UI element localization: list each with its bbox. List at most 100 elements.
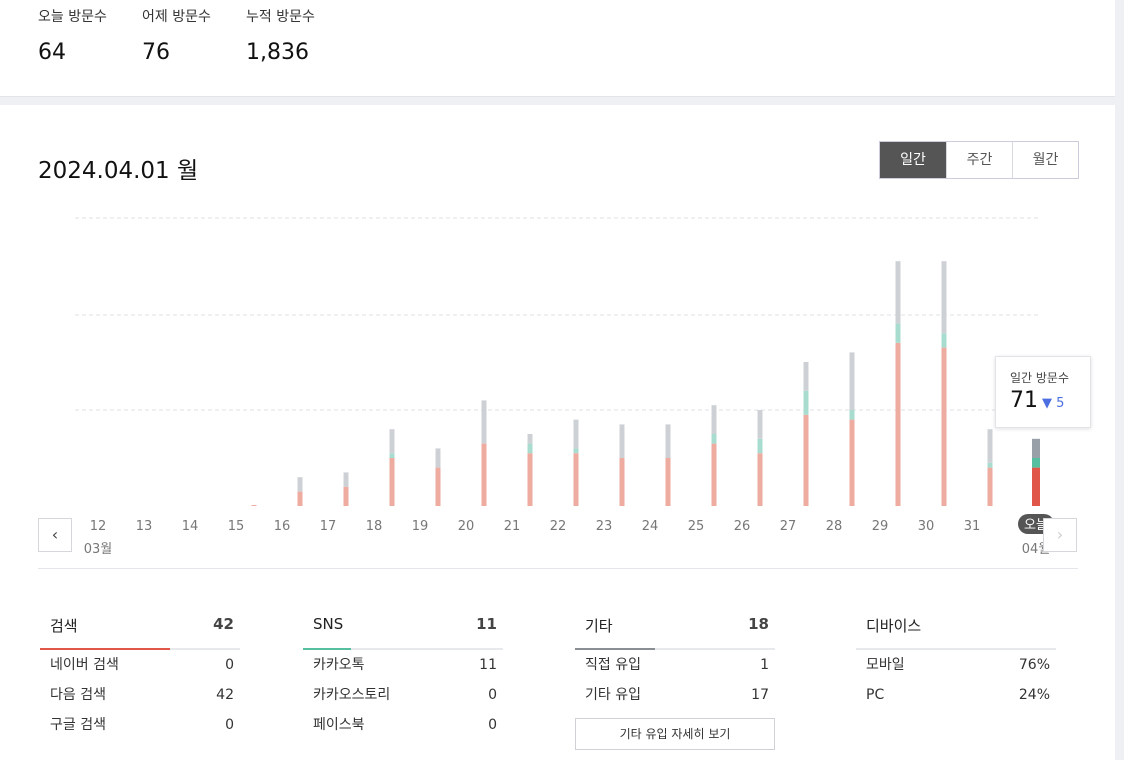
search-share-bar bbox=[40, 648, 170, 650]
tick-label: 26 bbox=[734, 519, 751, 534]
tick-label: 23 bbox=[596, 519, 613, 534]
row-value: 42 bbox=[216, 687, 234, 703]
row-value: 0 bbox=[488, 717, 497, 733]
list-item: 페이스북 0 bbox=[303, 710, 503, 740]
bar-segment bbox=[803, 390, 809, 415]
tick-label: 17 bbox=[320, 519, 337, 534]
row-label: 다음 검색 bbox=[50, 687, 106, 703]
tick-label: 30 bbox=[918, 519, 935, 534]
bar-segment bbox=[1032, 467, 1040, 506]
row-label: 구글 검색 bbox=[50, 717, 106, 733]
month-label: 03월 bbox=[84, 542, 113, 557]
sns-title: SNS bbox=[313, 615, 344, 633]
row-value: 76% bbox=[1018, 657, 1050, 673]
tick-label: 20 bbox=[458, 519, 475, 534]
tick-label: 13 bbox=[136, 519, 153, 534]
bar-segment bbox=[481, 443, 487, 506]
today-visits-label: 오늘 방문수 bbox=[38, 9, 107, 25]
row-value: 0 bbox=[488, 687, 497, 703]
chevron-left-icon: ‹ bbox=[51, 525, 59, 544]
bar-segment bbox=[803, 362, 809, 391]
tick-label: 31 bbox=[964, 519, 981, 534]
tick-label: 19 bbox=[412, 519, 429, 534]
bar-segment bbox=[619, 424, 625, 458]
tick-label: 16 bbox=[274, 519, 291, 534]
tooltip-value-row: 71 ▼ 5 bbox=[1010, 388, 1076, 413]
tick-label: 25 bbox=[688, 519, 705, 534]
bar-segment bbox=[711, 443, 717, 506]
bar-segment bbox=[343, 486, 349, 506]
tick-label: 14 bbox=[182, 519, 199, 534]
yesterday-visits-label: 어제 방문수 bbox=[142, 9, 211, 25]
bar-segment bbox=[527, 434, 533, 444]
device-title: 디바이스 bbox=[866, 617, 922, 635]
bar-segment bbox=[941, 347, 947, 506]
row-label: 카카오스토리 bbox=[313, 687, 391, 703]
bar-segment bbox=[389, 458, 395, 506]
bar-segment bbox=[573, 448, 579, 454]
bar-segment bbox=[573, 419, 579, 449]
bar-segment bbox=[389, 453, 395, 458]
bar-segment bbox=[803, 414, 809, 506]
bar-segment bbox=[665, 458, 671, 506]
bar-segment bbox=[987, 429, 993, 463]
bar-segment bbox=[711, 405, 717, 434]
list-item: 카카오스토리 0 bbox=[303, 680, 503, 710]
daily-stats-card: 2024.04.01 월 일간 주간 월간 12 03월 13 14 15 16 17 18 1… bbox=[0, 105, 1115, 760]
other-total: 18 bbox=[748, 615, 769, 633]
row-label: 모바일 bbox=[866, 657, 905, 673]
bar-segment bbox=[251, 505, 257, 506]
bar-segment bbox=[1032, 458, 1040, 468]
chart-next-button[interactable]: › bbox=[1043, 518, 1077, 552]
bar-segment bbox=[297, 477, 303, 492]
bar-segment bbox=[343, 472, 349, 487]
bar-segment bbox=[619, 458, 625, 506]
row-value: 0 bbox=[225, 657, 234, 673]
bar-segment bbox=[895, 323, 901, 343]
bar-segment bbox=[389, 429, 395, 454]
tooltip-value: 71 bbox=[1010, 388, 1038, 413]
chart-tooltip: 일간 방문수 71 ▼ 5 bbox=[995, 356, 1091, 428]
row-label: PC bbox=[866, 687, 885, 703]
list-item: 기타 유입 17 bbox=[575, 680, 775, 710]
row-value: 11 bbox=[479, 657, 497, 673]
tick-label: 29 bbox=[872, 519, 889, 534]
other-title: 기타 bbox=[585, 617, 613, 635]
row-label: 네이버 검색 bbox=[50, 657, 119, 673]
chart-prev-button[interactable]: ‹ bbox=[38, 518, 72, 552]
other-detail-button[interactable]: 기타 유입 자세히 보기 bbox=[575, 718, 775, 750]
bar-segment bbox=[849, 419, 855, 506]
bar-segment bbox=[757, 453, 763, 506]
bar-segment bbox=[1032, 438, 1040, 458]
sns-header: SNS 11 bbox=[303, 615, 503, 650]
list-item: 모바일 76% bbox=[856, 650, 1056, 680]
bar-segment bbox=[757, 410, 763, 439]
tick-label: 12 bbox=[90, 519, 107, 534]
bar-segment bbox=[895, 342, 901, 506]
tick-label: 22 bbox=[550, 519, 567, 534]
yesterday-visits-value: 76 bbox=[142, 40, 170, 65]
row-label: 카카오톡 bbox=[313, 657, 365, 673]
tick-label: 27 bbox=[780, 519, 797, 534]
bar-segment bbox=[941, 261, 947, 334]
bar-segment bbox=[987, 462, 993, 468]
tick-label: 21 bbox=[504, 519, 521, 534]
search-header: 검색 42 bbox=[40, 615, 240, 650]
tick-label: 28 bbox=[826, 519, 843, 534]
sns-total: 11 bbox=[476, 615, 497, 633]
bar-segment bbox=[757, 438, 763, 454]
other-panel: 기타 18 직접 유입 1 기타 유입 17 기타 유입 자세히 보기 bbox=[575, 615, 775, 750]
yesterday-visits: 어제 방문수 76 bbox=[142, 6, 211, 65]
other-share-bar bbox=[575, 648, 655, 650]
list-item: 네이버 검색 0 bbox=[40, 650, 240, 680]
divider bbox=[38, 568, 1078, 569]
tooltip-label: 일간 방문수 bbox=[1010, 371, 1070, 385]
tick-label: 18 bbox=[366, 519, 383, 534]
list-item: PC 24% bbox=[856, 680, 1056, 710]
search-title: 검색 bbox=[50, 617, 78, 635]
search-total: 42 bbox=[213, 615, 234, 633]
bar-segment bbox=[895, 261, 901, 324]
other-header: 기타 18 bbox=[575, 615, 775, 650]
list-item: 다음 검색 42 bbox=[40, 680, 240, 710]
tooltip-delta: ▼ 5 bbox=[1042, 396, 1065, 411]
